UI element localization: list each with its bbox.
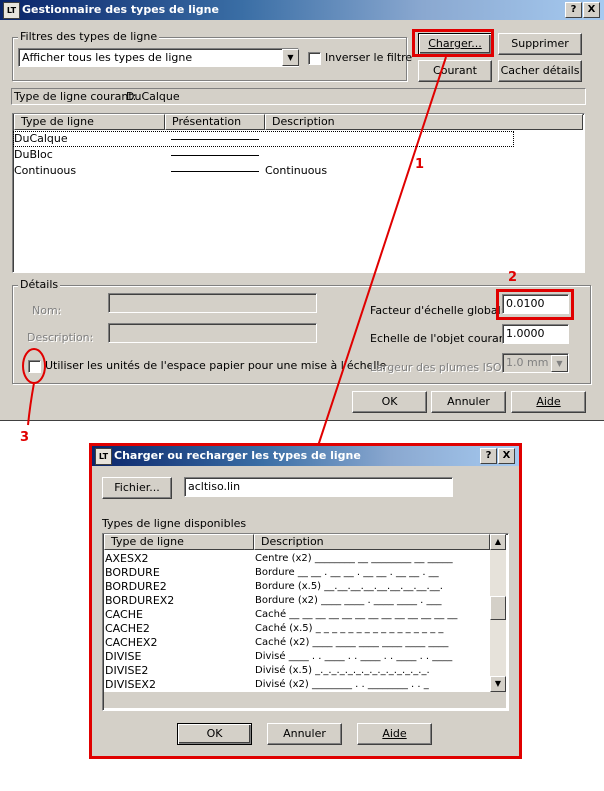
list-item-description: Divisé ____ . . ____ . . ____ . . ____ .… [255, 651, 453, 662]
list-item-name: DIVISE2 [105, 664, 149, 677]
load-help-button[interactable]: Aide [357, 723, 432, 745]
load-cancel-button-label: Annuler [283, 727, 326, 740]
list-item-description: Caché (x2) ____ ____ ____ ____ ____ ____ [255, 637, 449, 648]
list-item-description: Centre (x2) ________ __ ________ __ ____… [255, 553, 453, 564]
list-item[interactable]: BORDUREX2 Bordure (x2) ____ ____ . ____ _… [105, 594, 442, 608]
load-cancel-button[interactable]: Annuler [267, 723, 342, 745]
list-item-name: CACHE2 [105, 622, 150, 635]
annotation-arrow-line [317, 56, 447, 447]
load-dialog-title: Charger ou recharger les types de ligne [114, 449, 361, 462]
file-button-label: Fichier... [114, 481, 160, 494]
scrollbar-thumb[interactable] [490, 596, 506, 620]
list-item[interactable]: DIVISE Divisé ____ . . ____ . . ____ . . … [105, 650, 452, 664]
load-dialog-title-bar[interactable]: LT Charger ou recharger les types de lig… [92, 446, 519, 466]
list-item[interactable]: DIVISEX2 Divisé (x2) ________ . . _______… [105, 678, 429, 692]
load-ok-button-label: OK [206, 727, 223, 740]
list-item-description: Caché __ __ __ __ __ __ __ __ __ __ __ _… [255, 609, 458, 620]
list-item-name: AXESX2 [105, 552, 149, 565]
annotation-circle [22, 348, 46, 384]
load-ok-button[interactable]: OK [177, 723, 252, 745]
annotation-curve [27, 382, 35, 426]
file-name-value: acltiso.lin [188, 480, 241, 493]
load-help-button-label: Aide [382, 727, 407, 740]
list-item[interactable]: CACHE2 Caché (x.5) _ _ _ _ _ _ _ _ _ _ _ … [105, 622, 443, 636]
file-name-input[interactable]: acltiso.lin [184, 477, 453, 497]
horizontal-scrollbar[interactable] [104, 692, 506, 708]
list-item-name: BORDURE [105, 566, 160, 579]
available-linetypes-list[interactable]: Type de ligne Description AXESX2 Centre (… [102, 533, 509, 711]
load-linetypes-dialog: LT Charger ou recharger les types de lig… [92, 446, 519, 756]
load-dialog-close-icon[interactable]: X [498, 448, 515, 464]
list-item-description: Divisé (x2) ________ . . ________ . . _ [255, 679, 429, 690]
list-item-name: BORDUREX2 [105, 594, 175, 607]
list-item-description: Bordure __ __ . __ __ . __ __ . __ __ . … [255, 567, 439, 578]
list-item[interactable]: DIVISE2 Divisé (x.5) _._._._._._._._._._.… [105, 664, 430, 678]
list-item-name: DIVISE [105, 650, 142, 663]
list-item-name: BORDURE2 [105, 580, 167, 593]
load-dialog-help-title-button[interactable]: ? [480, 448, 497, 464]
list-item-name: CACHE [105, 608, 143, 621]
list-item[interactable]: CACHEX2 Caché (x2) ____ ____ ____ ____ __… [105, 636, 448, 650]
file-button[interactable]: Fichier... [102, 477, 172, 499]
scroll-up-icon[interactable]: ▲ [490, 534, 506, 550]
list-item[interactable]: BORDURE2 Bordure (x.5) __.__.__.__.__.__.… [105, 580, 443, 594]
list-item[interactable]: AXESX2 Centre (x2) ________ __ ________ _… [105, 552, 453, 566]
list-item-description: Bordure (x.5) __.__.__.__.__.__.__.__.__… [255, 581, 443, 592]
available-linetypes-label: Types de ligne disponibles [102, 517, 247, 530]
load-dialog-app-icon: LT [95, 448, 112, 465]
list-item-name: CACHEX2 [105, 636, 158, 649]
load-column-header-name[interactable]: Type de ligne [104, 534, 254, 550]
list-item-name: DIVISEX2 [105, 678, 156, 691]
list-item-description: Divisé (x.5) _._._._._._._._._._._._._._… [255, 665, 430, 676]
list-item-description: Bordure (x2) ____ ____ . ____ ____ . ___ [255, 595, 442, 606]
list-item[interactable]: CACHE Caché __ __ __ __ __ __ __ __ __ __… [105, 608, 457, 622]
list-item[interactable]: BORDURE Bordure __ __ . __ __ . __ __ . _… [105, 566, 439, 580]
load-column-header-description[interactable]: Description [254, 534, 490, 550]
scroll-down-icon[interactable]: ▼ [490, 676, 506, 692]
list-item-description: Caché (x.5) _ _ _ _ _ _ _ _ _ _ _ _ _ _ … [255, 623, 444, 634]
